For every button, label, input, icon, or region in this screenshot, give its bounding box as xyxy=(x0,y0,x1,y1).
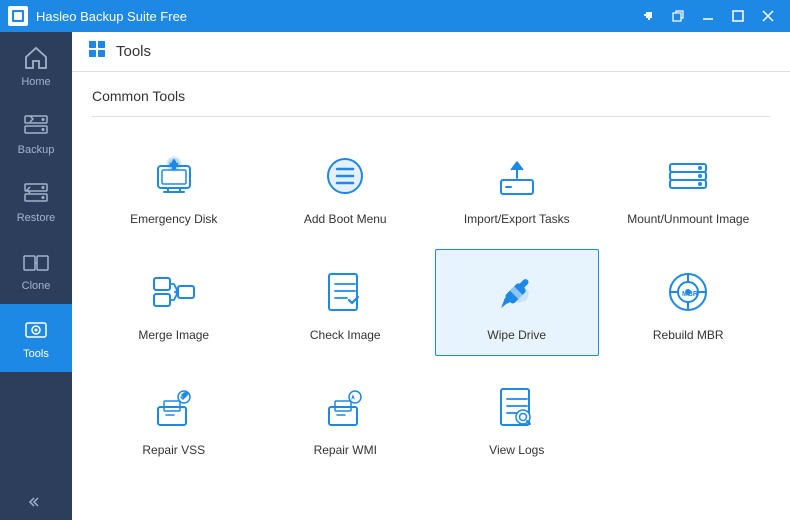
app-layout: Home Backup Restore xyxy=(0,32,790,520)
sidebar-item-tools[interactable]: Tools xyxy=(0,304,72,372)
check-image-icon xyxy=(319,266,371,318)
repair-wmi-label: Repair WMI xyxy=(314,443,377,459)
header-bar: Tools xyxy=(72,32,790,72)
wipe-drive-label: Wipe Drive xyxy=(487,328,546,344)
sidebar-item-home[interactable]: Home xyxy=(0,32,72,100)
add-boot-menu-label: Add Boot Menu xyxy=(304,212,387,228)
merge-image-label: Merge Image xyxy=(138,328,209,344)
repair-vss-icon xyxy=(148,381,200,433)
mount-unmount-label: Mount/Unmount Image xyxy=(627,212,749,228)
tool-emergency-disk[interactable]: Emergency Disk xyxy=(92,133,256,241)
emergency-disk-label: Emergency Disk xyxy=(130,212,217,228)
view-logs-icon xyxy=(491,381,543,433)
import-export-label: Import/Export Tasks xyxy=(464,212,570,228)
tool-import-export-tasks[interactable]: Import/Export Tasks xyxy=(435,133,599,241)
rebuild-mbr-icon: MBR xyxy=(662,266,714,318)
sidebar-collapse-button[interactable] xyxy=(0,484,72,520)
section-title: Common Tools xyxy=(92,88,770,104)
tool-repair-wmi[interactable]: Repair WMI xyxy=(264,364,428,472)
sidebar: Home Backup Restore xyxy=(0,32,72,520)
tools-grid: Emergency Disk Add Boot Menu xyxy=(92,133,770,480)
tool-rebuild-mbr[interactable]: MBR Rebuild MBR xyxy=(607,249,771,357)
svg-text:MBR: MBR xyxy=(682,291,698,298)
titlebar: Hasleo Backup Suite Free xyxy=(0,0,790,32)
sidebar-item-restore[interactable]: Restore xyxy=(0,168,72,236)
mount-unmount-icon xyxy=(662,150,714,202)
repair-wmi-icon xyxy=(319,381,371,433)
merge-image-icon xyxy=(148,266,200,318)
add-boot-menu-icon xyxy=(319,150,371,202)
tool-check-image[interactable]: Check Image xyxy=(264,249,428,357)
restore-button[interactable] xyxy=(664,5,692,27)
tool-repair-vss[interactable]: Repair VSS xyxy=(92,364,256,472)
header-title: Tools xyxy=(116,43,151,60)
tool-merge-image[interactable]: Merge Image xyxy=(92,249,256,357)
emergency-disk-icon xyxy=(148,150,200,202)
sidebar-item-clone[interactable]: Clone xyxy=(0,236,72,304)
tool-mount-unmount-image[interactable]: Mount/Unmount Image xyxy=(607,133,771,241)
window-controls xyxy=(634,5,782,27)
check-image-label: Check Image xyxy=(310,328,381,344)
main-content: Tools Common Tools xyxy=(72,32,790,520)
tool-wipe-drive[interactable]: Wipe Drive xyxy=(435,249,599,357)
view-logs-label: View Logs xyxy=(489,443,544,459)
app-icon xyxy=(8,6,28,26)
help-button[interactable] xyxy=(634,5,662,27)
rebuild-mbr-label: Rebuild MBR xyxy=(653,328,724,344)
tool-view-logs[interactable]: View Logs xyxy=(435,364,599,472)
header-tools-icon xyxy=(88,40,106,63)
repair-vss-label: Repair VSS xyxy=(142,443,205,459)
minimize-button[interactable] xyxy=(694,5,722,27)
section-divider xyxy=(92,116,770,117)
close-button[interactable] xyxy=(754,5,782,27)
sidebar-item-backup[interactable]: Backup xyxy=(0,100,72,168)
wipe-drive-icon xyxy=(491,266,543,318)
import-export-icon xyxy=(491,150,543,202)
tools-content: Common Tools xyxy=(72,72,790,520)
tool-add-boot-menu[interactable]: Add Boot Menu xyxy=(264,133,428,241)
app-title: Hasleo Backup Suite Free xyxy=(36,9,634,24)
maximize-button[interactable] xyxy=(724,5,752,27)
